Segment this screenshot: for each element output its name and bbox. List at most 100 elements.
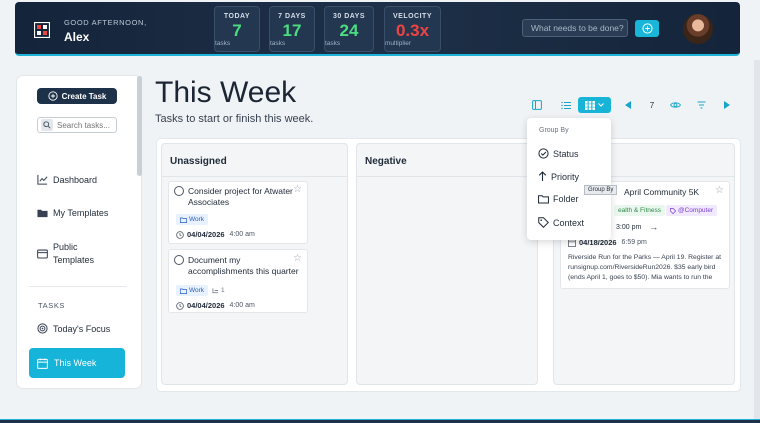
sidebar-item-label: Dashboard [53, 174, 98, 185]
tag-label: Work [189, 287, 205, 294]
task-card[interactable]: Consider project for Atwater Associates … [168, 181, 308, 244]
date-value: 04/04/2026 [187, 230, 225, 239]
stat-sub: tasks [325, 40, 341, 47]
stat-label: TODAY [223, 13, 251, 20]
folder-icon [180, 217, 187, 223]
caret-right-icon [724, 101, 730, 109]
task-title: April Community 5K [624, 187, 700, 197]
subtask-count: 1 [212, 287, 225, 294]
task-title: Consider project for Atwater Associates [188, 186, 293, 207]
menu-item-label: Status [553, 148, 579, 159]
menu-item-label: Folder [553, 194, 579, 204]
page-title: This Week [155, 76, 297, 109]
context-tag[interactable]: @Computer [666, 205, 718, 216]
grid-icon [585, 100, 595, 110]
stat-value: 7 [232, 21, 242, 40]
menu-item-label: Context [553, 217, 585, 228]
page-subtitle: Tasks to start or finish this week. [155, 113, 314, 125]
user-name: Alex [64, 30, 90, 44]
quick-add-input[interactable] [522, 19, 628, 37]
filter-button[interactable] [694, 97, 708, 113]
task-checkbox[interactable] [174, 186, 184, 196]
stat-7-days: 7 DAYS 17 tasks [269, 6, 315, 52]
stat-label: 30 DAYS [332, 13, 366, 20]
list-view-button[interactable] [559, 97, 573, 113]
list-icon [561, 101, 571, 109]
stat-label: 7 DAYS [278, 13, 306, 20]
kanban-board: Unassigned Consider project for Atwater … [157, 139, 740, 391]
arrow-up-icon [538, 171, 547, 181]
check-circle-icon [538, 148, 549, 159]
chart-line-icon [37, 174, 48, 185]
plus-circle-icon [641, 23, 653, 34]
task-due-date: 04/04/2026 4:00 am [176, 301, 255, 310]
clock-icon [176, 230, 184, 239]
sidebar-item-label: My Templates [53, 208, 109, 218]
tooltip: Group By [584, 185, 618, 195]
search-tasks-input[interactable] [57, 120, 115, 130]
sidebar-search[interactable] [37, 117, 117, 133]
previous-week-button[interactable] [623, 97, 633, 113]
star-icon[interactable]: ☆ [293, 184, 302, 195]
stat-30-days: 30 DAYS 24 tasks [324, 6, 374, 52]
tag-label: ealth & Fitness [618, 207, 661, 214]
folder-tag[interactable]: Work [176, 214, 209, 225]
visibility-button[interactable] [668, 97, 682, 113]
folder-icon [37, 209, 48, 218]
inbox-icon [37, 249, 48, 259]
sidebar-item-my-templates[interactable]: My Templates [37, 208, 108, 218]
window-edge [754, 60, 760, 419]
sidebar-item-this-week[interactable]: This Week [29, 348, 125, 378]
column-negative: Negative [356, 143, 538, 385]
stat-value: 17 [282, 21, 302, 40]
sidebar-scrollbar[interactable] [137, 76, 142, 176]
folder-tag[interactable]: Work [176, 285, 209, 296]
task-description: Riverside Run for the Parks — April 19. … [568, 253, 728, 283]
stat-sub: tasks [270, 40, 286, 47]
sidebar-toggle-button[interactable] [530, 97, 544, 113]
greeting-text: GOOD AFTERNOON, [64, 18, 147, 27]
sidebar-item-todays-focus[interactable]: Today's Focus [37, 323, 110, 334]
menu-item-status[interactable]: Status [538, 148, 579, 159]
next-week-button[interactable] [722, 97, 732, 113]
tag-label: Work [189, 216, 205, 223]
menu-item-priority[interactable]: Priority [538, 171, 579, 182]
eye-icon [669, 102, 681, 108]
stat-value: 24 [339, 21, 359, 40]
sidebar-item-public-templates[interactable]: Public Templates [37, 241, 113, 267]
menu-item-folder[interactable]: Folder [538, 194, 579, 204]
arrow-right-icon: → [649, 222, 659, 232]
week-count: 7 [649, 100, 655, 110]
calendar-icon [37, 357, 48, 369]
menu-item-context[interactable]: Context [538, 217, 584, 228]
task-due-date: 04/04/2026 4:00 am [176, 230, 255, 239]
create-task-button[interactable]: Create Task [37, 88, 117, 104]
tag-icon [670, 207, 676, 214]
group-by-button[interactable] [578, 97, 611, 113]
clock-icon [176, 301, 184, 310]
task-checkbox[interactable] [174, 255, 184, 265]
sidebar-item-dashboard[interactable]: Dashboard [37, 174, 97, 185]
star-icon[interactable]: ☆ [293, 253, 302, 264]
folder-tag[interactable]: ealth & Fitness [614, 205, 665, 216]
chevron-down-icon [598, 103, 604, 107]
sidebar-item-label: This Week [54, 358, 97, 368]
quick-add-button[interactable] [635, 20, 659, 37]
task-title: Document my accomplishments this quarter [188, 255, 299, 276]
plus-circle-icon [47, 91, 58, 101]
create-task-label: Create Task [61, 91, 107, 101]
description-line: runsignup.com/RiversideRun2026. $35 earl… [568, 264, 716, 271]
subtask-value: 1 [221, 287, 225, 294]
time-value: 3:00 pm [616, 223, 642, 231]
column-title: Unassigned [170, 156, 227, 167]
task-card[interactable]: Document my accomplishments this quarter… [168, 249, 308, 313]
folder-icon [538, 195, 549, 204]
column-unassigned: Unassigned Consider project for Atwater … [161, 143, 348, 385]
user-avatar[interactable] [683, 14, 713, 44]
stat-sub: tasks [215, 40, 231, 47]
bottom-bar [0, 419, 760, 423]
stat-label: VELOCITY [392, 13, 432, 20]
folder-icon [180, 288, 187, 294]
column-title: Negative [365, 156, 407, 167]
star-icon[interactable]: ☆ [715, 185, 724, 196]
